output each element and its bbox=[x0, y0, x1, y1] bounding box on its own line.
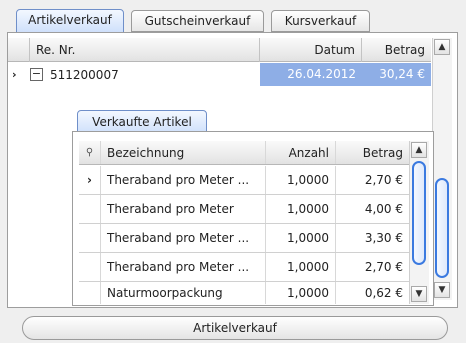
bezeichnung-cell: Theraband pro Meter bbox=[101, 195, 266, 223]
col-header-bezeichnung[interactable]: Bezeichnung bbox=[101, 141, 266, 164]
betrag-cell[interactable]: 30,24 € bbox=[362, 63, 431, 86]
collapse-icon[interactable]: − bbox=[30, 68, 43, 81]
scroll-up-icon[interactable]: ▲ bbox=[411, 142, 427, 158]
scroll-down-icon[interactable]: ▼ bbox=[434, 282, 450, 298]
col-header-re-nr[interactable]: Re. Nr. bbox=[30, 38, 260, 62]
tab-gutscheinverkauf[interactable]: Gutscheinverkauf bbox=[131, 10, 264, 32]
tab-kursverkauf[interactable]: Kursverkauf bbox=[271, 10, 370, 32]
row-indicator bbox=[79, 253, 101, 281]
betrag-cell: 2,70 € bbox=[364, 173, 403, 187]
artikelverkauf-button[interactable]: Artikelverkauf bbox=[22, 316, 448, 340]
table-row[interactable]: › − 511200007 26.04.2012 30,24 € bbox=[8, 63, 431, 87]
col-header-betrag[interactable]: Betrag bbox=[336, 141, 409, 164]
anzahl-cell: 1,0000 bbox=[266, 195, 336, 223]
betrag-cell: 3,30 € bbox=[364, 231, 403, 245]
detail-table-header: ⚲ Bezeichnung Anzahl Betrag bbox=[79, 141, 409, 165]
main-table-header: Re. Nr. Datum Betrag bbox=[8, 38, 431, 62]
list-item[interactable]: Theraband pro Meter ... 1,0000 2,70 € bbox=[79, 253, 409, 282]
bezeichnung-cell: Naturmoorpackung bbox=[101, 282, 266, 304]
betrag-cell: 2,70 € bbox=[364, 260, 403, 274]
col-header-betrag[interactable]: Betrag bbox=[362, 38, 431, 62]
detail-vertical-scrollbar[interactable]: ▲ ▼ bbox=[409, 141, 429, 304]
col-header-anzahl[interactable]: Anzahl bbox=[266, 141, 336, 164]
main-vertical-scrollbar[interactable]: ▲ ▼ bbox=[432, 38, 452, 300]
bezeichnung-cell: Theraband pro Meter ... bbox=[101, 224, 266, 252]
scroll-down-icon[interactable]: ▼ bbox=[411, 286, 427, 302]
search-icon[interactable]: ⚲ bbox=[79, 141, 101, 164]
current-row-arrow-icon: › bbox=[79, 166, 101, 194]
row-indicator bbox=[79, 282, 101, 304]
current-row-arrow-icon: › bbox=[12, 68, 17, 81]
bezeichnung-cell: Theraband pro Meter ... bbox=[101, 166, 266, 194]
scroll-up-icon[interactable]: ▲ bbox=[434, 39, 450, 55]
betrag-cell: 0,62 € bbox=[364, 286, 403, 300]
tab-artikelverkauf[interactable]: Artikelverkauf bbox=[16, 9, 124, 33]
list-item[interactable]: Naturmoorpackung 1,0000 0,62 € bbox=[79, 282, 409, 304]
row-indicator bbox=[79, 224, 101, 252]
col-header-datum[interactable]: Datum bbox=[260, 38, 362, 62]
main-scroll-thumb[interactable] bbox=[435, 178, 449, 278]
list-item[interactable]: Theraband pro Meter 1,0000 4,00 € bbox=[79, 195, 409, 224]
bezeichnung-cell: Theraband pro Meter ... bbox=[101, 253, 266, 281]
datum-cell[interactable]: 26.04.2012 bbox=[260, 63, 362, 86]
list-item[interactable]: › Theraband pro Meter ... 1,0000 2,70 € bbox=[79, 166, 409, 195]
row-indicator-header bbox=[8, 38, 30, 62]
betrag-cell: 4,00 € bbox=[364, 202, 403, 216]
rechnung-number: 511200007 bbox=[50, 68, 119, 82]
anzahl-cell: 1,0000 bbox=[266, 224, 336, 252]
row-indicator bbox=[79, 195, 101, 223]
anzahl-cell: 1,0000 bbox=[266, 166, 336, 194]
list-item[interactable]: Theraband pro Meter ... 1,0000 3,30 € bbox=[79, 224, 409, 253]
detail-scroll-thumb[interactable] bbox=[412, 161, 426, 265]
anzahl-cell: 1,0000 bbox=[266, 282, 336, 304]
anzahl-cell: 1,0000 bbox=[266, 253, 336, 281]
